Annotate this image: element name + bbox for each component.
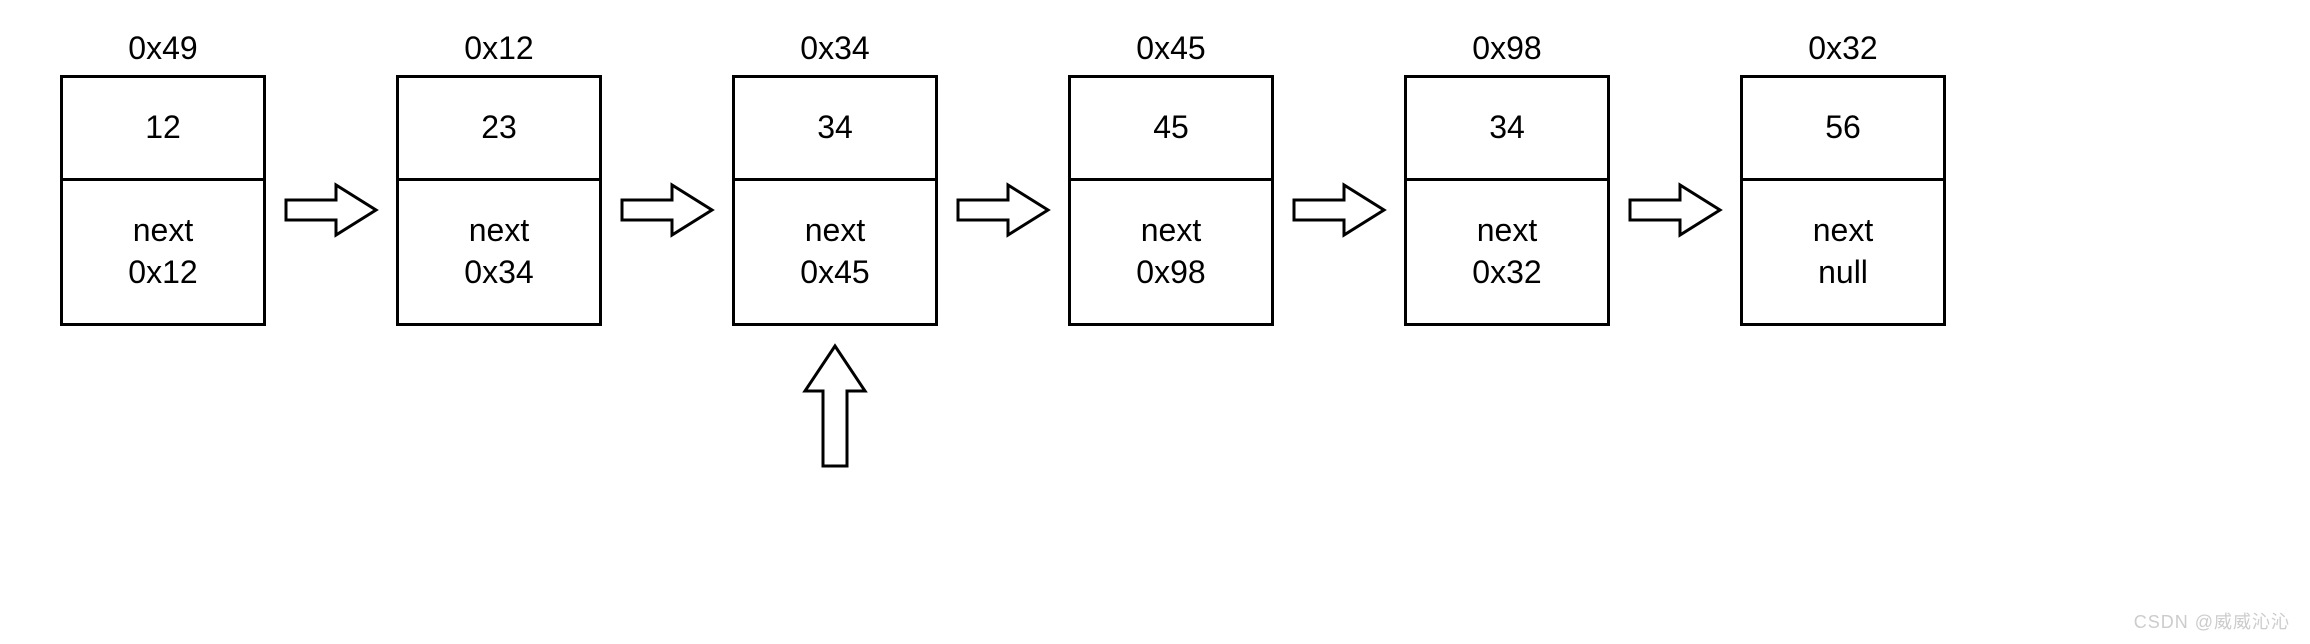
node-address: 0x49 (128, 30, 197, 67)
watermark-text: CSDN @威威沁沁 (2134, 608, 2290, 634)
node-value: 34 (1407, 78, 1607, 181)
node-box: 56nextnull (1740, 75, 1946, 326)
node: 0x4912next0x12 (60, 30, 266, 326)
arrow-right-icon (281, 180, 381, 240)
node-value: 12 (63, 78, 263, 181)
next-address: 0x12 (128, 252, 197, 294)
node-next-cell: nextnull (1743, 181, 1943, 323)
next-address: 0x34 (464, 252, 533, 294)
node-address: 0x98 (1472, 30, 1541, 67)
next-label: next (1813, 210, 1873, 252)
node-next-cell: next0x45 (735, 181, 935, 323)
node-address: 0x32 (1808, 30, 1877, 67)
next-address: 0x98 (1136, 252, 1205, 294)
node: 0x4545next0x98 (1068, 30, 1274, 326)
node: 0x3256nextnull (1740, 30, 1946, 326)
next-label: next (1477, 210, 1537, 252)
node-box: 45next0x98 (1068, 75, 1274, 326)
node-address: 0x45 (1136, 30, 1205, 67)
next-address: 0x45 (800, 252, 869, 294)
next-label: next (469, 210, 529, 252)
node-value: 45 (1071, 78, 1271, 181)
node-next-cell: next0x98 (1071, 181, 1271, 323)
arrow-right-icon (1289, 180, 1389, 240)
node: 0x1223next0x34 (396, 30, 602, 326)
node: 0x3434next0x45 (732, 30, 938, 326)
node-value: 34 (735, 78, 935, 181)
linked-list-diagram: 0x4912next0x120x1223next0x340x3434next0x… (20, 20, 2290, 326)
node-address: 0x12 (464, 30, 533, 67)
next-label: next (133, 210, 193, 252)
next-address: 0x32 (1472, 252, 1541, 294)
next-address: null (1818, 252, 1868, 294)
arrow-right-icon (953, 180, 1053, 240)
next-label: next (1141, 210, 1201, 252)
node-box: 34next0x32 (1404, 75, 1610, 326)
arrow-up-icon (800, 341, 870, 476)
node-next-cell: next0x32 (1407, 181, 1607, 323)
node: 0x9834next0x32 (1404, 30, 1610, 326)
node-box: 34next0x45 (732, 75, 938, 326)
next-label: next (805, 210, 865, 252)
node-address: 0x34 (800, 30, 869, 67)
node-box: 23next0x34 (396, 75, 602, 326)
node-next-cell: next0x12 (63, 181, 263, 323)
node-value: 56 (1743, 78, 1943, 181)
arrow-right-icon (1625, 180, 1725, 240)
node-next-cell: next0x34 (399, 181, 599, 323)
arrow-right-icon (617, 180, 717, 240)
node-value: 23 (399, 78, 599, 181)
node-box: 12next0x12 (60, 75, 266, 326)
